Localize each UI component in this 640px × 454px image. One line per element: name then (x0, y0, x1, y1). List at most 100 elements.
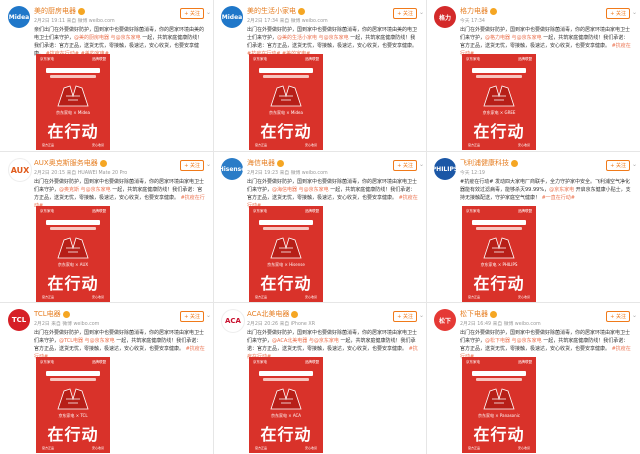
mention-link[interactable]: @美的厨房电器 与@京东家电 (74, 35, 141, 41)
mention-link[interactable]: @京东家电 (549, 187, 574, 193)
user-name[interactable]: 海信电器 (247, 158, 284, 168)
campaign-poster[interactable]: 京东家电 品牌联盟 京东家电 × Panasonic 在行动 官方正品 安心收货 (462, 357, 536, 453)
follow-button[interactable]: + 关注 (606, 311, 630, 322)
handshake-icon (270, 237, 302, 259)
mention-link[interactable]: @海信电器 与@京东家电 (272, 187, 329, 193)
avatar-label: 松下 (438, 317, 451, 325)
poster-footer: 官方正品 安心收货 (468, 446, 530, 450)
avatar[interactable]: PHILIPS (434, 158, 456, 180)
avatar[interactable]: TCL (8, 309, 30, 331)
avatar[interactable]: Midea (221, 6, 243, 28)
avatar[interactable]: Midea (8, 6, 30, 28)
weibo-post: TCL TCL电器 2月2日 来自 微博 weibo.com + 关注 ⌄ 出门… (2, 303, 212, 453)
hashtag-link[interactable]: #一直在行动# (542, 195, 575, 201)
poster-subbanner (263, 378, 309, 381)
avatar[interactable]: Hisense (221, 158, 243, 180)
user-name[interactable]: 松下电器 (460, 309, 497, 319)
poster-slogan: 在行动 (473, 274, 525, 293)
user-name[interactable]: ACA北美电器 (247, 309, 299, 319)
poster-header-right: 品牌联盟 (92, 360, 106, 364)
post-meta: 今天 17:34 (460, 19, 485, 24)
chevron-down-icon[interactable]: ⌄ (206, 312, 211, 319)
follow-button[interactable]: + 关注 (393, 8, 417, 19)
poster-subbanner (50, 378, 96, 381)
follow-button[interactable]: + 关注 (393, 311, 417, 322)
chevron-down-icon[interactable]: ⌄ (206, 9, 211, 16)
poster-banner (259, 220, 313, 225)
user-name[interactable]: 美的厨房电器 (34, 6, 85, 16)
chevron-down-icon[interactable]: ⌄ (206, 161, 211, 168)
poster-slogan: 在行动 (47, 122, 99, 141)
follow-button[interactable]: + 关注 (180, 8, 204, 19)
verified-icon (298, 7, 305, 15)
campaign-poster[interactable]: 京东家电 品牌联盟 京东家电 × PHILIPS 在行动 官方正品 安心收货 (462, 206, 536, 302)
avatar[interactable]: 松下 (434, 309, 456, 331)
mention-link[interactable]: @美的生活小家电 与@京东家电 (277, 35, 349, 41)
poster-header-left: 京东家电 (466, 57, 480, 61)
poster-header-right: 品牌联盟 (305, 360, 319, 364)
campaign-poster[interactable]: 京东家电 品牌联盟 京东家电 × AUX 在行动 官方正品 安心收货 (36, 206, 110, 302)
follow-button[interactable]: + 关注 (180, 160, 204, 171)
poster-footer: 官方正品 安心收货 (255, 143, 317, 147)
handshake-icon (57, 85, 89, 107)
mention-link[interactable]: @格力电器 与@京东家电 (485, 35, 542, 41)
poster-footer-left: 官方正品 (468, 143, 481, 147)
poster-header-left: 京东家电 (466, 209, 480, 213)
poster-footer-right: 安心收货 (91, 446, 104, 450)
user-name[interactable]: 飞利浦健康科技 (460, 158, 518, 168)
campaign-poster[interactable]: 京东家电 品牌联盟 京东家电 × TCL 在行动 官方正品 安心收货 (36, 357, 110, 453)
follow-button[interactable]: + 关注 (606, 8, 630, 19)
chevron-down-icon[interactable]: ⌄ (419, 312, 424, 319)
mention-link[interactable]: @松下电器 与@京东家电 (485, 338, 542, 344)
follow-button[interactable]: + 关注 (180, 311, 204, 322)
chevron-down-icon[interactable]: ⌄ (632, 9, 637, 16)
poster-header-left: 京东家电 (253, 209, 267, 213)
user-name[interactable]: 格力电器 (460, 6, 497, 16)
campaign-poster[interactable]: 京东家电 品牌联盟 京东家电 × GREE 在行动 官方正品 安心收货 (462, 54, 536, 150)
poster-brands: 京东家电 × TCL (58, 413, 88, 418)
user-name[interactable]: TCL电器 (34, 309, 70, 319)
campaign-poster[interactable]: 京东家电 品牌联盟 京东家电 × ACA 在行动 官方正品 安心收货 (249, 357, 323, 453)
user-name[interactable]: 美的生活小家电 (247, 6, 305, 16)
chevron-down-icon[interactable]: ⌄ (632, 161, 637, 168)
avatar[interactable]: AUX (8, 158, 32, 182)
avatar[interactable]: ACA (221, 309, 245, 333)
campaign-poster[interactable]: 京东家电 品牌联盟 京东家电 × Midea 在行动 官方正品 安心收货 (36, 54, 110, 150)
avatar-label: AUX (10, 165, 30, 175)
poster-footer-right: 安心收货 (304, 295, 317, 299)
poster-header-right: 品牌联盟 (92, 57, 106, 61)
poster-footer-left: 官方正品 (468, 295, 481, 299)
poster-footer-right: 安心收货 (517, 446, 530, 450)
mention-link[interactable]: @TCL电器 与@京东家电 (59, 338, 115, 344)
follow-button[interactable]: + 关注 (393, 160, 417, 171)
avatar[interactable]: 格力 (434, 6, 456, 28)
poster-banner (46, 68, 100, 73)
mention-link[interactable]: @ACA北美电器 与@京东家电 (272, 338, 339, 344)
campaign-poster[interactable]: 京东家电 品牌联盟 京东家电 × Hisense 在行动 官方正品 安心收货 (249, 206, 323, 302)
chevron-down-icon[interactable]: ⌄ (419, 161, 424, 168)
handshake-icon (483, 388, 515, 410)
poster-slogan: 在行动 (260, 274, 312, 293)
verified-icon (99, 159, 107, 167)
follow-button[interactable]: + 关注 (606, 160, 630, 171)
weibo-post: Hisense 海信电器 2月2日 19:23 来自 微博 weibo.com … (215, 152, 425, 302)
poster-footer-left: 官方正品 (42, 446, 55, 450)
user-name-text: 美的厨房电器 (34, 7, 76, 15)
user-name[interactable]: AUX奥克斯服务电器 (34, 158, 107, 168)
avatar-label: Midea (221, 13, 243, 21)
post-meta: 今天 12:19 (460, 171, 485, 176)
poster-brands: 京东家电 × AUX (57, 262, 89, 267)
chevron-down-icon[interactable]: ⌄ (632, 312, 637, 319)
poster-slogan: 在行动 (47, 425, 99, 444)
post-meta: 2月2日 来自 微博 weibo.com (34, 322, 100, 327)
poster-banner (259, 68, 313, 73)
post-meta: 2月2日 19:23 来自 微博 weibo.com (247, 171, 328, 176)
poster-header-right: 品牌联盟 (92, 209, 106, 213)
poster-header: 京东家电 品牌联盟 (253, 209, 319, 214)
mention-link[interactable]: @奥克斯 与@京东家电 (59, 187, 111, 193)
poster-footer: 官方正品 安心收货 (468, 143, 530, 147)
verified-icon (277, 159, 284, 167)
chevron-down-icon[interactable]: ⌄ (419, 9, 424, 16)
weibo-post: Midea 美的生活小家电 2月2日 17:34 来自 微博 weibo.com… (215, 0, 425, 150)
campaign-poster[interactable]: 京东家电 品牌联盟 京东家电 × Midea 在行动 官方正品 安心收货 (249, 54, 323, 150)
